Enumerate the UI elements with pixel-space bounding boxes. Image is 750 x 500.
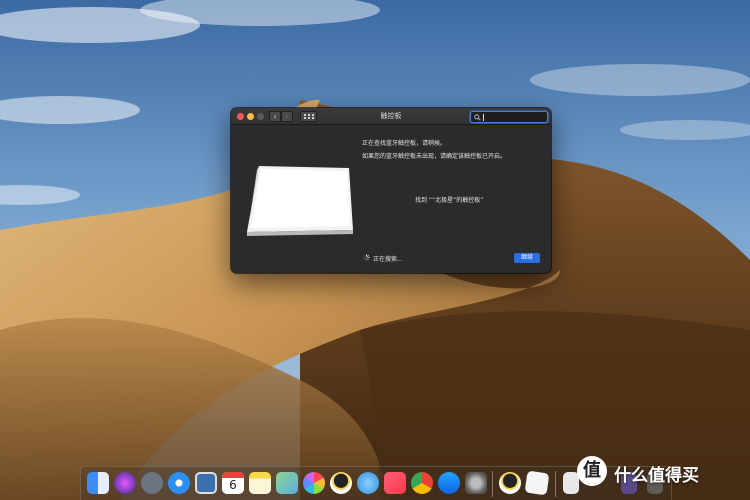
dock-divider	[492, 471, 493, 497]
photos-icon[interactable]	[303, 472, 325, 494]
magic-trackpad-illustration	[247, 166, 353, 236]
app-store-icon[interactable]	[438, 472, 460, 494]
trackpad-preferences-window: ‹ › 触控板 正在查找蓝牙触控板，请稍候。 如果您的蓝牙触控板未出现，请确定该…	[231, 108, 551, 273]
watermark-badge: 值	[577, 456, 607, 486]
searching-message: 正在查找蓝牙触控板，请稍候。	[362, 140, 447, 147]
launchpad-icon[interactable]	[141, 472, 163, 494]
notes-icon[interactable]	[249, 472, 271, 494]
system-preferences-icon[interactable]	[465, 472, 487, 494]
continue-button[interactable]: 继续	[514, 253, 540, 263]
found-device-text: 找到 “”北极星”的触控板”	[415, 197, 484, 204]
watermark-text: 什么值得买	[614, 466, 699, 486]
search-input[interactable]	[483, 112, 545, 122]
progress-spinner-icon	[363, 254, 370, 261]
qq-icon[interactable]	[499, 472, 521, 494]
finder-icon[interactable]	[87, 472, 109, 494]
preview-icon[interactable]	[195, 472, 217, 494]
finder-docs-icon[interactable]	[563, 472, 579, 494]
search-icon	[474, 114, 481, 121]
calendar-day: 6	[229, 478, 237, 492]
status-text: 正在搜索...	[373, 256, 403, 263]
maps-icon[interactable]	[276, 472, 298, 494]
music-icon[interactable]	[384, 472, 406, 494]
calendar-icon[interactable]: 6	[222, 472, 244, 494]
textedit-icon[interactable]	[524, 470, 550, 496]
search-field[interactable]	[470, 111, 548, 123]
qq-icon[interactable]	[330, 472, 352, 494]
chrome-icon[interactable]	[411, 472, 433, 494]
instruction-message: 如果您的蓝牙触控板未出现，请确定该触控板已开启。	[362, 153, 507, 160]
messages-icon[interactable]	[357, 472, 379, 494]
safari-icon[interactable]	[168, 472, 190, 494]
dock-divider	[555, 471, 556, 497]
siri-icon[interactable]	[114, 472, 136, 494]
window-titlebar[interactable]: ‹ › 触控板	[231, 108, 551, 125]
